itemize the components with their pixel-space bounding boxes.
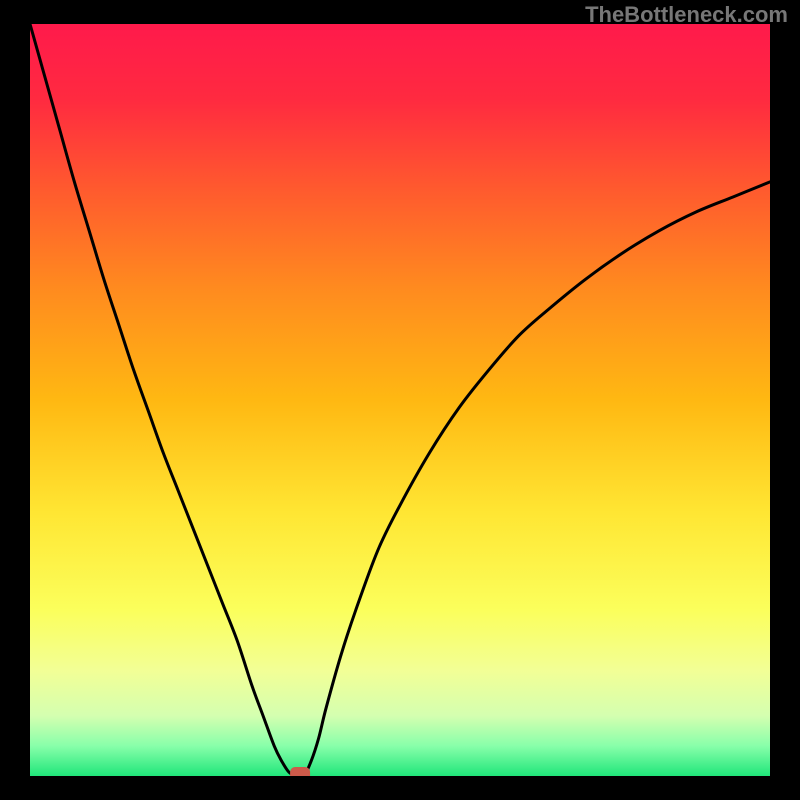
bottleneck-chart bbox=[30, 24, 770, 776]
plot-area bbox=[30, 24, 770, 776]
watermark-text: TheBottleneck.com bbox=[585, 2, 788, 28]
minimum-marker bbox=[290, 767, 310, 776]
app-root: TheBottleneck.com bbox=[0, 0, 800, 800]
gradient-background bbox=[30, 24, 770, 776]
